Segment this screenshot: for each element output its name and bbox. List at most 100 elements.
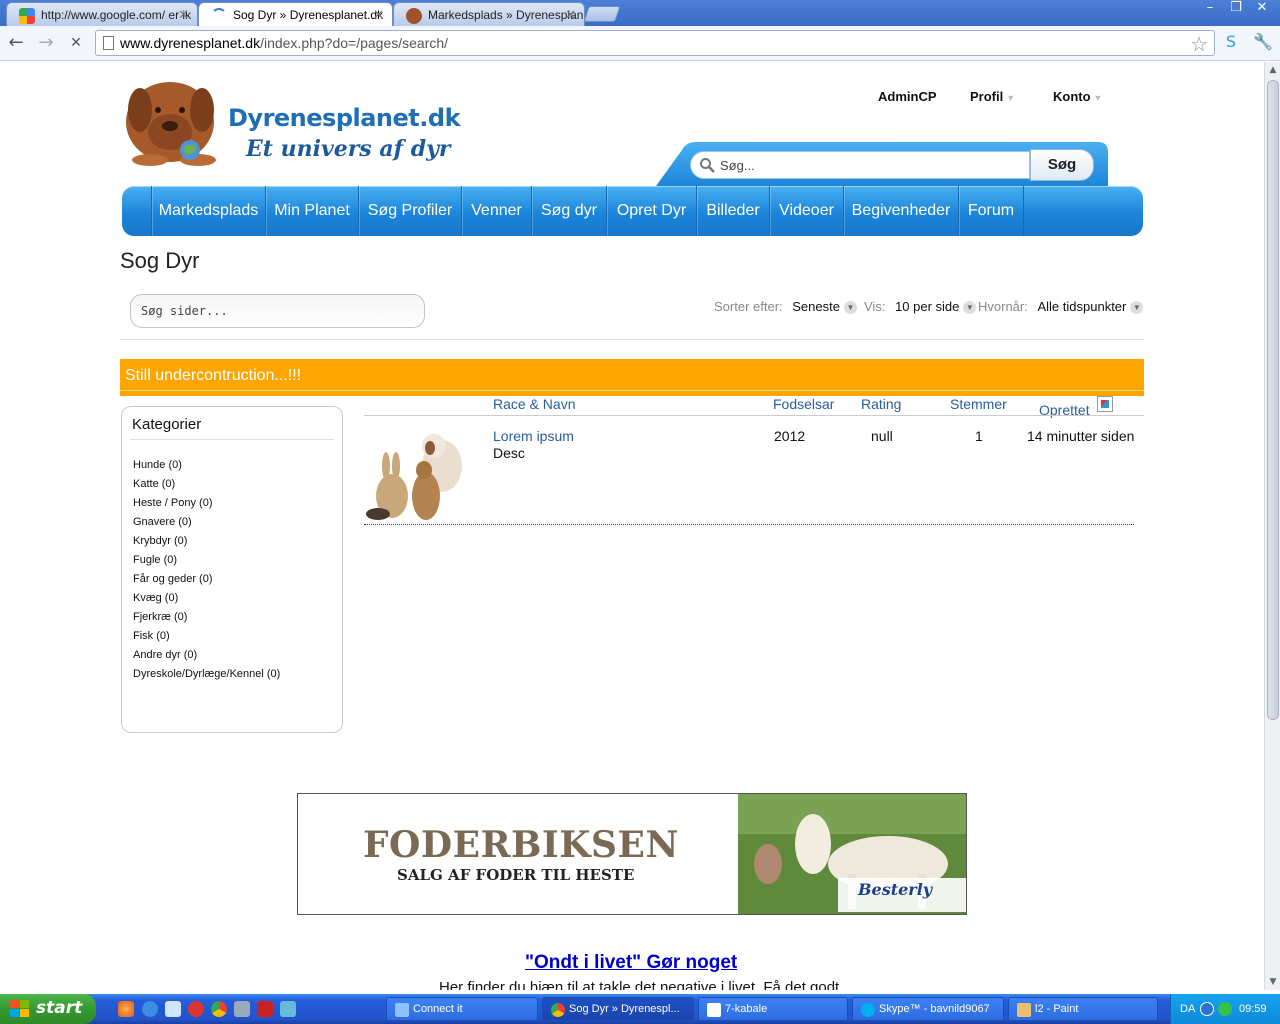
taskbar-item-paint[interactable]: l2 - Paint [1008, 997, 1158, 1021]
scroll-up-icon[interactable]: ▲ [1265, 62, 1280, 78]
sort-dropdown[interactable]: Sorter efter: Seneste ▼ [714, 299, 857, 315]
nav-sog-profiler[interactable]: Søg Profiler [358, 186, 461, 236]
nav-billeder[interactable]: Billeder [696, 186, 769, 236]
animal-thumbnail[interactable] [364, 426, 464, 522]
sort-value: Seneste [792, 299, 840, 314]
dog-logo-icon[interactable] [120, 70, 224, 168]
taskbar-item-7-kabale[interactable]: 7-kabale [698, 997, 848, 1021]
browser-tab-bar: http://www.google.com/ er ik ✕ Sog Dyr »… [0, 0, 1280, 27]
konto-menu[interactable]: Konto ▼ [1053, 89, 1102, 104]
header-stemmer[interactable]: Stemmer [950, 396, 1007, 412]
profil-menu[interactable]: Profil ▼ [970, 89, 1015, 104]
skype-extension-icon[interactable]: S [1220, 31, 1242, 53]
window-controls: – ❐ ✕ [1198, 0, 1274, 18]
logo-title[interactable]: Dyrenesplanet.dk [228, 104, 461, 132]
media-icon[interactable] [188, 1001, 204, 1017]
category-kvaeg[interactable]: Kvæg (0) [133, 592, 178, 604]
chevron-down-icon: ▼ [1093, 93, 1103, 103]
animal-name-link[interactable]: Lorem ipsum [493, 428, 574, 444]
close-icon[interactable]: ✕ [565, 7, 576, 23]
page-scrollbar[interactable]: ▲ ▼ [1264, 62, 1280, 990]
category-gnavere[interactable]: Gnavere (0) [133, 516, 192, 528]
nav-venner[interactable]: Venner [461, 186, 531, 236]
minimize-icon[interactable]: – [1198, 0, 1222, 17]
scrollbar-thumb[interactable] [1267, 80, 1279, 720]
page-icon [103, 36, 114, 50]
foderbiksen-banner-ad[interactable]: FODERBIKSEN SALG AF FODER TIL HESTE Best… [297, 793, 967, 915]
chevron-down-icon: ▼ [1130, 301, 1144, 315]
site-search-input[interactable]: Søg... [690, 151, 1030, 179]
promo-text: Her finder du hjæn til at takle det nega… [439, 979, 840, 990]
taskbar-item-label: 7-kabale [725, 1003, 768, 1015]
desktop-icon[interactable] [165, 1001, 181, 1017]
start-button[interactable]: start [0, 994, 96, 1024]
scroll-down-icon[interactable]: ▼ [1265, 974, 1280, 990]
promo-link[interactable]: "Ondt i livet" Gør noget [525, 952, 737, 974]
skype-icon [861, 1003, 875, 1017]
expand-tray-icon[interactable] [1200, 1002, 1214, 1016]
divider [120, 390, 1144, 391]
site-search-button[interactable]: Søg [1030, 149, 1094, 181]
firefox-icon[interactable] [118, 1001, 134, 1017]
close-icon[interactable]: ✕ [178, 7, 189, 23]
wrench-icon[interactable]: 🔧 [1252, 31, 1274, 53]
admincp-link[interactable]: AdminCP [878, 89, 937, 104]
animal-created: 14 minutter siden [1027, 428, 1135, 444]
nav-forum[interactable]: Forum [958, 186, 1023, 236]
chrome-icon[interactable] [211, 1001, 227, 1017]
category-andre-dyr[interactable]: Andre dyr (0) [133, 649, 197, 661]
close-icon[interactable]: ✕ [373, 7, 384, 23]
per-page-dropdown[interactable]: Vis: 10 per side ▼ [864, 299, 977, 315]
per-page-label: Vis: [864, 299, 886, 314]
taskbar-item-chrome[interactable]: Sog Dyr » Dyrenespl... [542, 997, 694, 1021]
chrome-icon [551, 1003, 565, 1017]
time-dropdown[interactable]: Hvornår: Alle tidspunkter ▼ [978, 299, 1144, 315]
restore-icon[interactable]: ❐ [1224, 0, 1248, 17]
category-krybdyr[interactable]: Krybdyr (0) [133, 535, 187, 547]
category-katte[interactable]: Katte (0) [133, 478, 175, 490]
category-fjerkrae[interactable]: Fjerkræ (0) [133, 611, 187, 623]
show-desktop-icon[interactable] [280, 1001, 296, 1017]
windows-logo-icon [10, 1000, 29, 1017]
category-faar-og-geder[interactable]: Får og geder (0) [133, 573, 212, 585]
taskbar-item-skype[interactable]: Skype™ - bavnild9067 [852, 997, 1004, 1021]
internet-explorer-icon[interactable] [142, 1001, 158, 1017]
category-fugle[interactable]: Fugle (0) [133, 554, 177, 566]
nav-sog-dyr[interactable]: Søg dyr [531, 186, 606, 236]
header-rating[interactable]: Rating [861, 396, 901, 412]
sort-label: Sorter efter: [714, 299, 783, 314]
language-indicator[interactable]: DA [1180, 1003, 1195, 1015]
address-bar[interactable]: www.dyrenesplanet.dk/index.php?do=/pages… [95, 30, 1215, 56]
tab-markedsplads[interactable]: Markedsplads » Dyrenesplane ✕ [393, 2, 585, 26]
banner-title: FODERBIKSEN [363, 824, 679, 866]
tab-sog-dyr[interactable]: Sog Dyr » Dyrenesplanet.dk ✕ [198, 2, 393, 27]
header-fodselsar[interactable]: Fodselsar [773, 396, 834, 412]
nav-markedsplads[interactable]: Markedsplads [151, 186, 265, 236]
stop-loading-icon[interactable]: ✕ [64, 32, 88, 54]
new-tab-button[interactable] [583, 6, 621, 22]
nav-videoer[interactable]: Videoer [769, 186, 843, 236]
security-icon[interactable] [1218, 1002, 1232, 1016]
app-icon[interactable] [257, 1001, 273, 1017]
category-fisk[interactable]: Fisk (0) [133, 630, 170, 642]
banner-brand: Besterly [858, 880, 933, 899]
category-heste-pony[interactable]: Heste / Pony (0) [133, 497, 212, 509]
nav-begivenheder[interactable]: Begivenheder [843, 186, 958, 236]
taskbar-item-connect-it[interactable]: Connect it [386, 997, 538, 1021]
bookmark-star-icon[interactable]: ☆ [1190, 32, 1208, 57]
network-icon[interactable] [234, 1001, 250, 1017]
start-label: start [36, 998, 83, 1018]
chevron-down-icon: ▼ [843, 301, 857, 315]
page-search-input[interactable]: Søg sider... [130, 294, 425, 328]
category-hunde[interactable]: Hunde (0) [133, 459, 182, 471]
nav-opret-dyr[interactable]: Opret Dyr [606, 186, 696, 236]
divider [364, 415, 1144, 416]
back-arrow-icon[interactable]: ← [4, 32, 28, 54]
header-race-navn[interactable]: Race & Navn [493, 396, 575, 412]
nav-min-planet[interactable]: Min Planet [265, 186, 358, 236]
tab-google[interactable]: http://www.google.com/ er ik ✕ [6, 2, 198, 26]
forward-arrow-icon[interactable]: → [34, 32, 58, 54]
clock: 09:59 [1239, 1003, 1267, 1015]
category-dyreskole[interactable]: Dyreskole/Dyrlæge/Kennel (0) [133, 668, 280, 680]
close-window-icon[interactable]: ✕ [1250, 0, 1274, 17]
